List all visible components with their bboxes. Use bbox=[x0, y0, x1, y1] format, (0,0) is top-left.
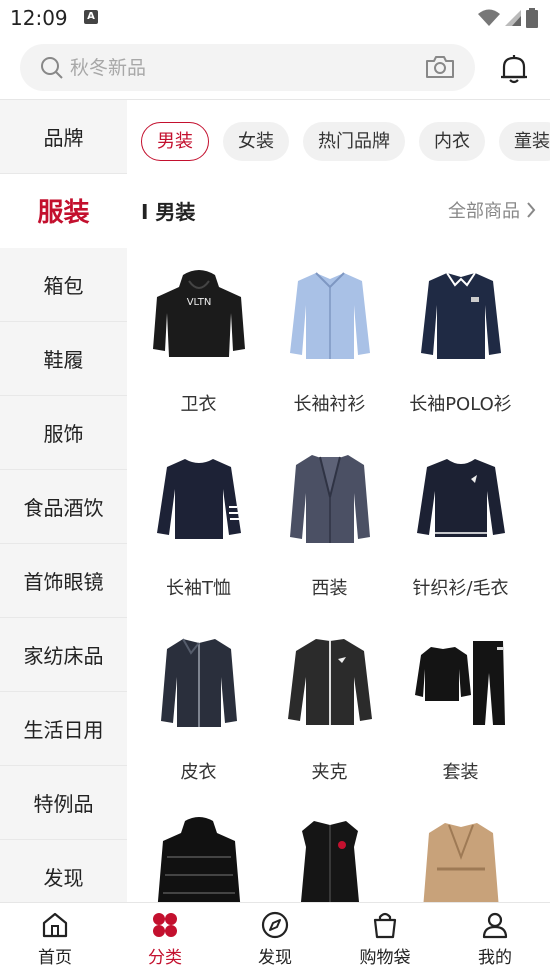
polo-image bbox=[406, 260, 516, 370]
status-time: 12:09 bbox=[10, 6, 68, 30]
search-input[interactable] bbox=[70, 44, 430, 91]
subcategory-chips: 男装 女装 热门品牌 内衣 童装 bbox=[141, 122, 550, 161]
search-bar[interactable] bbox=[20, 44, 475, 91]
product-item[interactable]: 皮衣 bbox=[133, 618, 264, 802]
bottom-tab-bar: 首页 分类 发现 购物袋 我的 bbox=[0, 902, 550, 979]
sidebar-item-shoes[interactable]: 鞋履 bbox=[0, 322, 127, 396]
category-content: 男装 女装 热门品牌 内衣 童装 I 男装 全部商品 VLTN 卫衣 长袖衬衫 … bbox=[127, 100, 550, 902]
chevron-right-icon bbox=[527, 202, 536, 218]
svg-text:VLTN: VLTN bbox=[186, 297, 211, 308]
wifi-icon bbox=[478, 9, 500, 26]
product-label: 长袖POLO衫 bbox=[409, 394, 512, 415]
leather-jacket-image bbox=[144, 628, 254, 738]
category-sidebar: 品牌 服装 箱包 鞋履 服饰 食品酒饮 首饰眼镜 家纺床品 生活日用 特例品 发… bbox=[0, 100, 127, 902]
product-item[interactable]: 长袖衬衫 bbox=[264, 250, 395, 434]
sidebar-item-daily-life[interactable]: 生活日用 bbox=[0, 692, 127, 766]
tab-discover[interactable]: 发现 bbox=[220, 903, 330, 979]
search-header bbox=[0, 36, 550, 100]
trench-coat-image bbox=[406, 812, 516, 902]
notification-a-icon: A bbox=[84, 10, 98, 24]
sidebar-item-home-textiles[interactable]: 家纺床品 bbox=[0, 618, 127, 692]
product-label: 西装 bbox=[311, 578, 348, 599]
status-icons bbox=[478, 8, 538, 28]
tab-profile[interactable]: 我的 bbox=[440, 903, 550, 979]
bell-icon[interactable] bbox=[500, 54, 528, 84]
signal-icon bbox=[505, 10, 521, 26]
product-item[interactable]: 长袖T恤 bbox=[133, 434, 264, 618]
tab-shopping-bag[interactable]: 购物袋 bbox=[330, 903, 440, 979]
all-products-label: 全部商品 bbox=[448, 201, 520, 222]
sidebar-item-brand[interactable]: 品牌 bbox=[0, 100, 127, 174]
chip-womenswear[interactable]: 女装 bbox=[223, 122, 289, 161]
sweater-image bbox=[406, 444, 516, 554]
tab-category[interactable]: 分类 bbox=[110, 903, 220, 979]
product-item[interactable]: 长袖POLO衫 bbox=[395, 250, 526, 434]
product-item[interactable]: VLTN 卫衣 bbox=[133, 250, 264, 434]
tab-home-label: 首页 bbox=[38, 948, 72, 968]
tab-category-label: 分类 bbox=[148, 948, 182, 968]
hoodie-image: VLTN bbox=[144, 260, 254, 370]
product-label: 针织衫/毛衣 bbox=[412, 578, 509, 599]
product-item[interactable]: 西装 bbox=[264, 434, 395, 618]
tab-profile-label: 我的 bbox=[478, 948, 512, 968]
compass-icon bbox=[261, 911, 289, 939]
product-label: 长袖T恤 bbox=[166, 578, 231, 599]
chip-hot-brands[interactable]: 热门品牌 bbox=[303, 122, 405, 161]
blazer-image bbox=[275, 444, 385, 554]
sidebar-item-accessories[interactable]: 服饰 bbox=[0, 396, 127, 470]
tee-image bbox=[144, 444, 254, 554]
puffer-image bbox=[144, 812, 254, 902]
tab-shopping-bag-label: 购物袋 bbox=[359, 948, 411, 968]
category-icon bbox=[153, 913, 177, 937]
shirt-image bbox=[275, 260, 385, 370]
product-label: 皮衣 bbox=[180, 762, 217, 783]
product-item[interactable]: 套装 bbox=[395, 618, 526, 802]
home-icon bbox=[42, 912, 68, 938]
product-item[interactable] bbox=[395, 802, 526, 902]
all-products-link[interactable]: 全部商品 bbox=[448, 197, 536, 223]
sidebar-item-jewelry-eyewear[interactable]: 首饰眼镜 bbox=[0, 544, 127, 618]
bag-icon bbox=[373, 912, 397, 939]
product-label: 长袖衬衫 bbox=[293, 394, 366, 415]
section-title: I 男装 bbox=[141, 200, 196, 224]
product-item[interactable]: 夹克 bbox=[264, 618, 395, 802]
status-bar: 12:09 A bbox=[0, 0, 550, 36]
user-icon bbox=[482, 912, 508, 939]
search-icon bbox=[41, 57, 63, 79]
chip-kids[interactable]: 童装 bbox=[499, 122, 550, 161]
sidebar-item-bags[interactable]: 箱包 bbox=[0, 248, 127, 322]
sidebar-item-clothing[interactable]: 服装 bbox=[0, 174, 127, 248]
chip-underwear[interactable]: 内衣 bbox=[419, 122, 485, 161]
product-item[interactable]: 针织衫/毛衣 bbox=[395, 434, 526, 618]
tracksuit-image bbox=[406, 628, 516, 738]
product-label: 夹克 bbox=[311, 762, 348, 783]
tab-home[interactable]: 首页 bbox=[0, 903, 110, 979]
battery-icon bbox=[526, 8, 538, 28]
vest-image bbox=[275, 812, 385, 902]
product-grid: VLTN 卫衣 长袖衬衫 长袖POLO衫 长袖T恤 西装 针织衫/毛衣 皮衣 夹… bbox=[127, 250, 550, 902]
sidebar-item-special[interactable]: 特例品 bbox=[0, 766, 127, 840]
sidebar-item-discover[interactable]: 发现 bbox=[0, 840, 127, 902]
product-label: 套装 bbox=[442, 762, 479, 783]
product-label: 卫衣 bbox=[180, 394, 217, 415]
product-item[interactable] bbox=[133, 802, 264, 902]
sidebar-item-food-drinks[interactable]: 食品酒饮 bbox=[0, 470, 127, 544]
chip-menswear[interactable]: 男装 bbox=[141, 122, 209, 161]
jacket-image bbox=[275, 628, 385, 738]
tab-discover-label: 发现 bbox=[258, 948, 292, 968]
camera-icon[interactable] bbox=[425, 55, 455, 79]
product-item[interactable] bbox=[264, 802, 395, 902]
